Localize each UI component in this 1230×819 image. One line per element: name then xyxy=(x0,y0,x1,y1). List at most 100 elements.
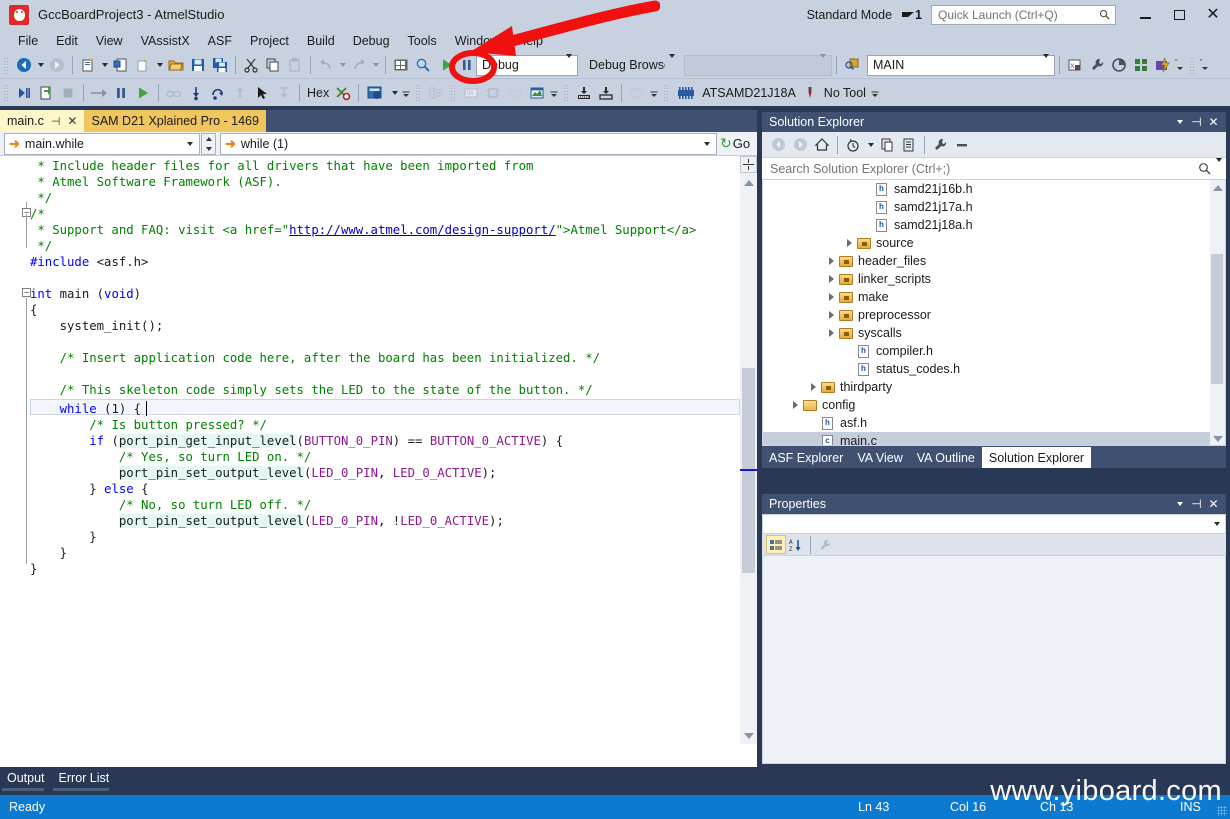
code-text[interactable]: * Include header files for all drivers t… xyxy=(30,158,696,398)
tree-item-main-c[interactable]: c main.c xyxy=(763,432,1225,445)
pin-icon[interactable]: ⊣ xyxy=(1188,496,1205,513)
code-editor[interactable]: − − * Include header files for all drive… xyxy=(0,156,740,744)
toolbar-overflow-2[interactable]: " xyxy=(1199,54,1211,76)
chevron-down-icon[interactable] xyxy=(864,134,876,156)
start-debugging-icon[interactable] xyxy=(434,54,460,76)
expander-icon[interactable] xyxy=(843,239,855,247)
expander-icon[interactable] xyxy=(825,257,837,265)
open-file-icon[interactable] xyxy=(165,54,187,76)
find-icon[interactable] xyxy=(412,54,434,76)
debug-toolbar-grip-2[interactable] xyxy=(415,84,423,101)
expander-icon[interactable] xyxy=(825,329,837,337)
menu-build[interactable]: Build xyxy=(298,32,344,50)
solution-explorer-scrollbar[interactable] xyxy=(1210,180,1225,445)
code-text-current-line[interactable]: while (1) { xyxy=(30,401,141,417)
document-tab-main-c[interactable]: main.c ⊣ ✕ xyxy=(0,110,85,132)
device-combo[interactable] xyxy=(684,54,832,76)
device-toolbar-grip[interactable] xyxy=(450,84,458,101)
document-tab-sam-d21[interactable]: SAM D21 Xplained Pro - 1469 xyxy=(84,110,266,132)
extensions-icon[interactable] xyxy=(1130,54,1152,76)
home-icon[interactable] xyxy=(811,134,833,156)
find-in-files-icon[interactable] xyxy=(841,54,863,76)
properties-object-combo[interactable] xyxy=(762,514,1226,534)
tree-item-compiler-h[interactable]: h compiler.h xyxy=(763,342,1225,360)
copy-icon[interactable] xyxy=(262,54,284,76)
resize-grip[interactable] xyxy=(1217,806,1227,816)
properties-grid[interactable] xyxy=(762,556,1226,764)
watch-window-dropdown[interactable] xyxy=(389,82,400,104)
code-text-rest[interactable]: /* Is button pressed? */ if (port_pin_ge… xyxy=(30,417,563,577)
categorized-view-icon[interactable] xyxy=(766,535,786,554)
expander-icon[interactable] xyxy=(825,293,837,301)
tab-va-view[interactable]: VA View xyxy=(850,448,909,468)
program-overflow[interactable] xyxy=(648,82,660,104)
pending-changes-icon[interactable] xyxy=(842,134,864,156)
tree-item-asf-h[interactable]: h asf.h xyxy=(763,414,1225,432)
atmel-gallery-icon[interactable] xyxy=(1108,54,1130,76)
tree-item-make[interactable]: make xyxy=(763,288,1225,306)
tree-item-header-files[interactable]: header_files xyxy=(763,252,1225,270)
alphabetical-sort-icon[interactable]: A Z xyxy=(786,535,806,554)
wrench-icon[interactable] xyxy=(1086,54,1108,76)
watch-window-icon[interactable] xyxy=(363,82,389,104)
navigate-backward-dropdown[interactable] xyxy=(35,54,46,76)
se-scroll-up[interactable] xyxy=(1210,180,1225,195)
new-project-icon[interactable] xyxy=(77,54,99,76)
show-all-files-icon[interactable] xyxy=(898,134,920,156)
toolbar-grip[interactable] xyxy=(3,56,10,74)
tree-item-status-codes-h[interactable]: h status_codes.h xyxy=(763,360,1225,378)
go-button[interactable]: ↻ Go xyxy=(720,135,750,152)
solution-properties-icon[interactable]: x xyxy=(1064,54,1086,76)
solution-explorer-search-input[interactable] xyxy=(768,160,1198,177)
pin-icon[interactable]: ⊣ xyxy=(51,115,61,128)
scroll-down-button[interactable] xyxy=(740,727,757,744)
step-over-all-icon[interactable] xyxy=(13,82,35,104)
toolbar-grip-2[interactable] xyxy=(1189,56,1196,74)
panel-menu-icon[interactable] xyxy=(1171,496,1188,513)
navigate-backward-icon[interactable] xyxy=(13,54,35,76)
add-existing-item-icon[interactable] xyxy=(110,54,132,76)
menu-help[interactable]: Help xyxy=(508,32,552,50)
quick-launch-box[interactable] xyxy=(931,4,1116,25)
scroll-up-button[interactable] xyxy=(740,174,757,191)
toolbox-icon[interactable] xyxy=(390,54,412,76)
properties-icon[interactable] xyxy=(929,134,951,156)
pointer-icon[interactable] xyxy=(251,82,273,104)
break-all-icon[interactable] xyxy=(110,82,132,104)
menu-project[interactable]: Project xyxy=(241,32,298,50)
solution-explorer-search[interactable] xyxy=(762,157,1226,180)
tab-asf-explorer[interactable]: ASF Explorer xyxy=(762,448,850,468)
configuration-combo[interactable]: Debug xyxy=(476,54,578,76)
spinner-up[interactable] xyxy=(202,134,215,144)
tab-error-list[interactable]: Error List xyxy=(52,767,117,788)
menu-edit[interactable]: Edit xyxy=(47,32,87,50)
tree-item-config[interactable]: config xyxy=(763,396,1225,414)
menu-file[interactable]: File xyxy=(9,32,47,50)
disable-all-breakpoints-icon[interactable] xyxy=(332,82,354,104)
tab-solution-explorer[interactable]: Solution Explorer xyxy=(981,447,1092,468)
save-all-icon[interactable] xyxy=(209,54,231,76)
undo-dropdown[interactable] xyxy=(337,54,348,76)
search-options-icon[interactable] xyxy=(1215,157,1222,176)
maximize-button[interactable] xyxy=(1162,1,1196,28)
debug-browser-combo[interactable]: Debug Browser xyxy=(584,54,680,76)
new-project-dropdown[interactable] xyxy=(99,54,110,76)
tree-item-samd21j17a-h[interactable]: h samd21j17a.h xyxy=(763,198,1225,216)
tree-item-thirdparty[interactable]: thirdparty xyxy=(763,378,1225,396)
step-into-icon[interactable] xyxy=(185,82,207,104)
verify-device-icon[interactable] xyxy=(595,82,617,104)
device-overflow[interactable] xyxy=(548,82,560,104)
close-icon[interactable]: ✕ xyxy=(1205,114,1222,131)
tree-item-preprocessor[interactable]: preprocessor xyxy=(763,306,1225,324)
cut-icon[interactable] xyxy=(240,54,262,76)
step-over-icon[interactable] xyxy=(207,82,229,104)
editor-split-handle[interactable] xyxy=(740,156,757,173)
flash-icon[interactable] xyxy=(1152,54,1174,76)
menu-tools[interactable]: Tools xyxy=(399,32,446,50)
new-item-dropdown[interactable] xyxy=(154,54,165,76)
se-scroll-down[interactable] xyxy=(1210,431,1225,445)
close-button[interactable]: ✕ xyxy=(1196,1,1230,28)
close-icon[interactable]: ✕ xyxy=(1205,496,1222,513)
continue-icon[interactable] xyxy=(132,82,154,104)
tree-item-samd21j18a-h[interactable]: h samd21j18a.h xyxy=(763,216,1225,234)
